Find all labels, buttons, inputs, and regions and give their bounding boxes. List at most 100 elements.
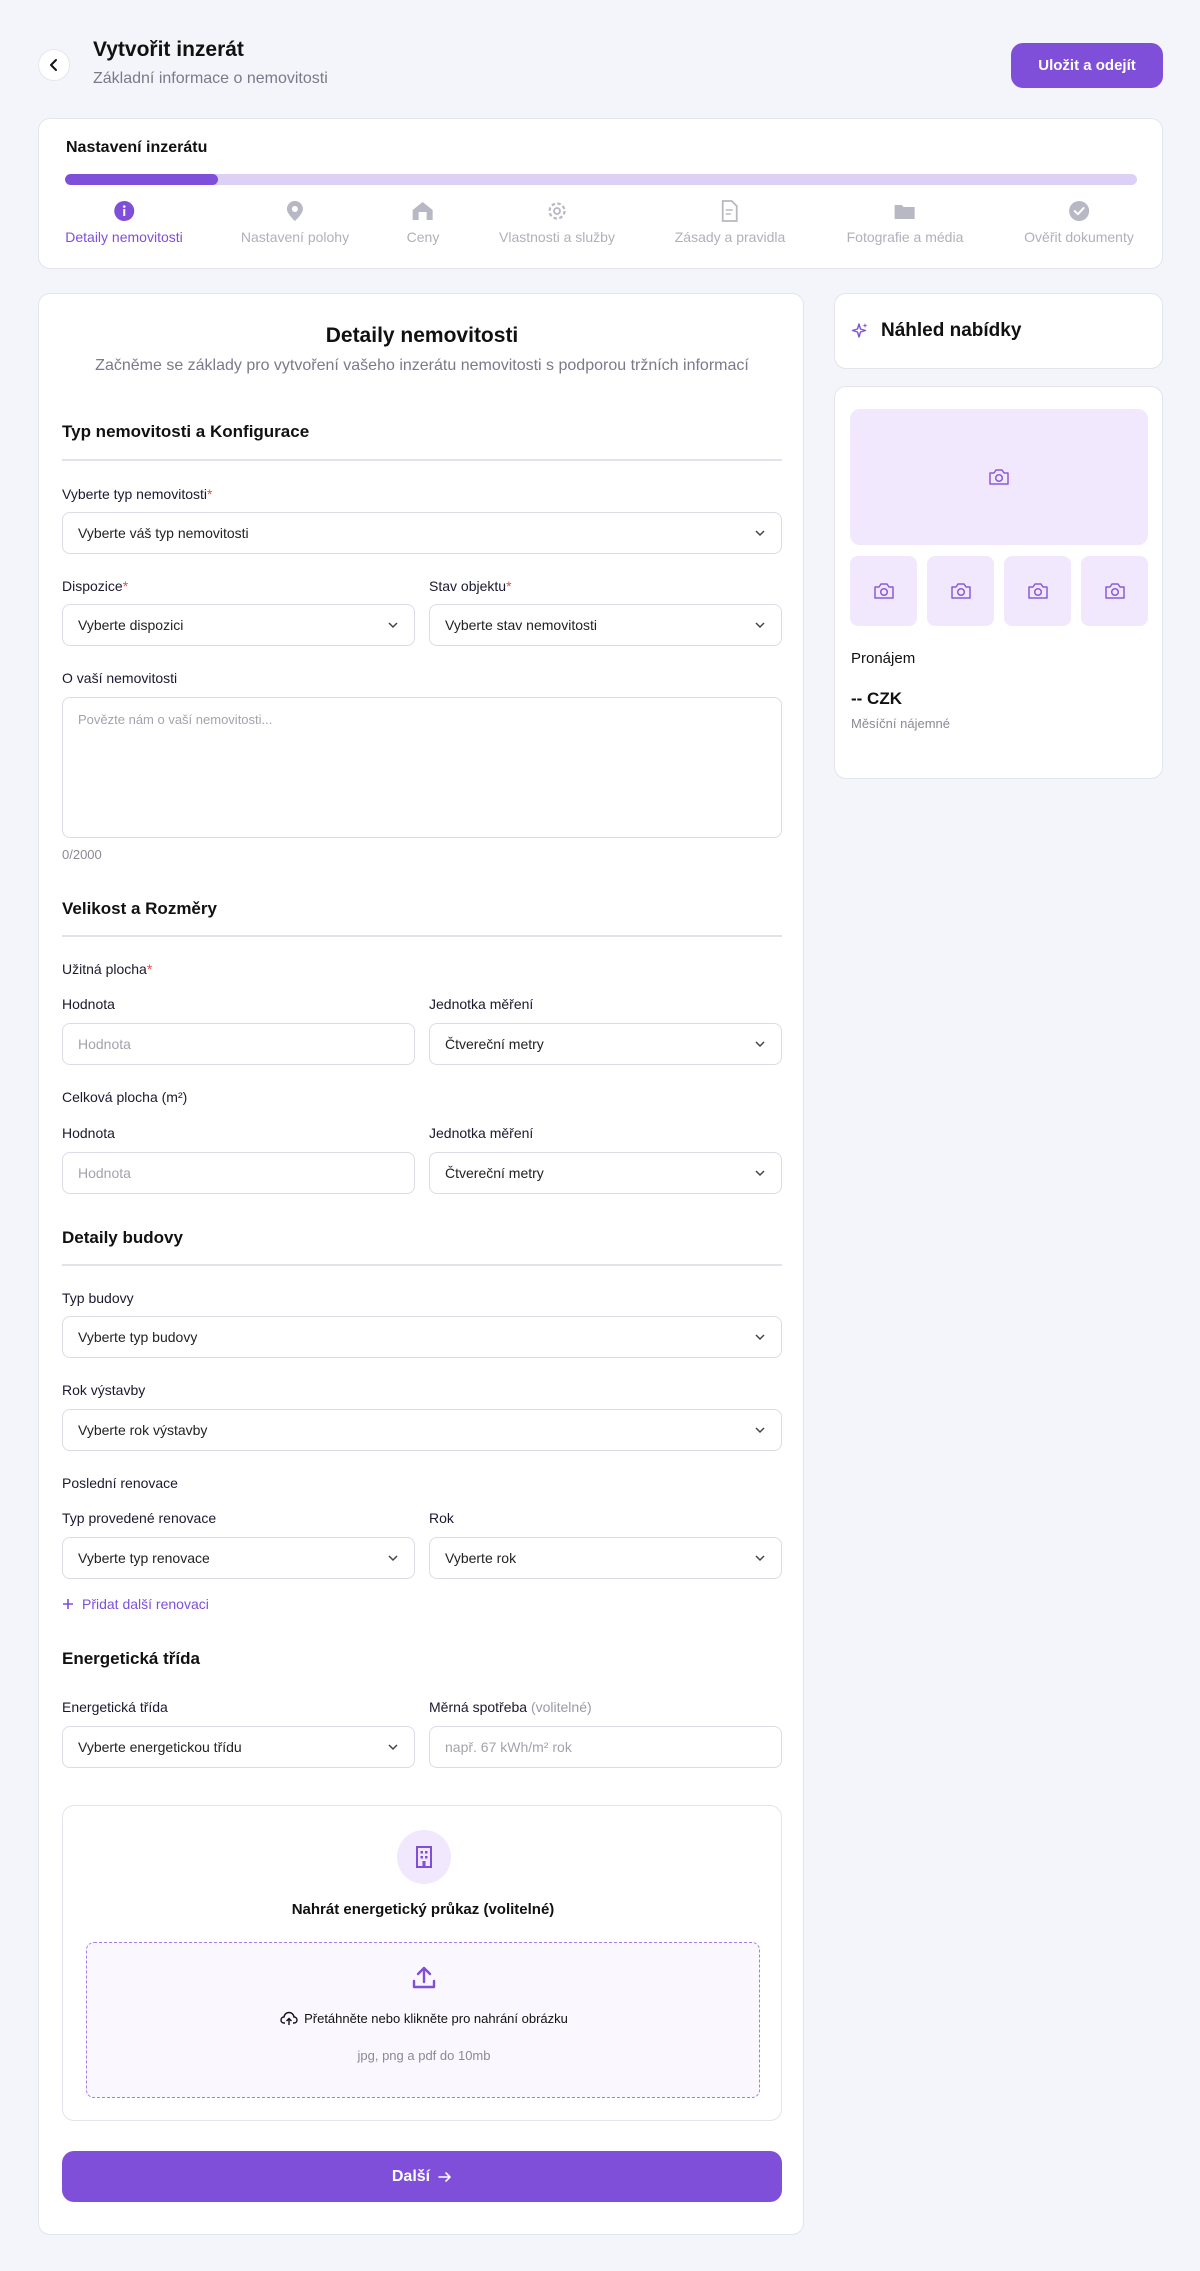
building-icon — [416, 1846, 432, 1868]
building-type-select[interactable]: Vyberte typ budovy — [62, 1316, 782, 1358]
chevron-down-icon — [755, 1041, 765, 1048]
gear-icon — [548, 202, 566, 220]
form-title: Detaily nemovitosti — [325, 324, 519, 347]
about-label: O vaší nemovitosti — [62, 670, 178, 686]
preview-title: Náhled nabídky — [881, 320, 1022, 341]
upload-dropzone[interactable]: Přetáhněte nebo klikněte pro nahrání obr… — [86, 1942, 760, 2098]
renovation-type-select[interactable]: Vyberte typ renovace — [62, 1537, 415, 1579]
document-icon — [722, 200, 738, 222]
step-label: Fotografie a média — [846, 229, 964, 245]
step-location[interactable]: Nastavení polohy — [241, 199, 349, 245]
back-button[interactable] — [38, 49, 70, 81]
usable-area-input[interactable]: Hodnota — [62, 1023, 415, 1065]
renovation-year-select[interactable]: Vyberte rok — [429, 1537, 782, 1579]
preview-listing-type: Pronájem — [851, 650, 916, 667]
condition-label: Stav objektu* — [429, 578, 512, 594]
total-area-unit-select[interactable]: Čtvereční metry — [429, 1152, 782, 1194]
building-icon-badge — [397, 1830, 451, 1884]
building-type-label: Typ budovy — [62, 1290, 134, 1306]
thumbnail-placeholder — [1081, 556, 1148, 626]
section-title-energy: Energetická třída — [62, 1649, 200, 1668]
divider — [62, 1264, 782, 1266]
energy-class-label: Energetická třída — [62, 1699, 168, 1715]
total-area-label: Celková plocha (m²) — [62, 1089, 188, 1105]
add-renovation-link[interactable]: Přidat další renovaci — [62, 1596, 209, 1612]
page-subtitle: Základní informace o nemovitosti — [93, 70, 328, 87]
disposition-select[interactable]: Vyberte dispozici — [62, 604, 415, 646]
property-details-form: Detaily nemovitosti Začněme se základy p… — [38, 293, 804, 2235]
camera-icon — [873, 583, 894, 599]
divider — [62, 935, 782, 937]
chevron-down-icon — [388, 1555, 398, 1562]
step-pricing[interactable]: Ceny — [406, 199, 440, 245]
energy-certificate-upload: Nahrát energetický průkaz (volitelné) Př… — [62, 1805, 782, 2121]
form-subtitle: Začněme se základy pro vytvoření vašeho … — [95, 357, 749, 374]
consumption-input[interactable]: např. 67 kWh/m² rok — [429, 1726, 782, 1768]
property-type-select[interactable]: Vyberte váš typ nemovitosti — [62, 512, 782, 554]
preview-price-note: Měsíční nájemné — [851, 716, 950, 731]
folder-icon — [894, 205, 915, 219]
usable-area-unit-label: Jednotka měření — [429, 996, 534, 1012]
chevron-down-icon — [755, 530, 765, 537]
build-year-select[interactable]: Vyberte rok výstavby — [62, 1409, 782, 1451]
save-and-exit-button[interactable]: Uložit a odejít — [1011, 43, 1163, 88]
progress-fill — [65, 174, 219, 185]
step-label: Ověřit dokumenty — [1024, 229, 1134, 245]
step-label: Vlastnosti a služby — [499, 229, 615, 245]
progress-bar — [65, 174, 1137, 185]
thumbnail-placeholder — [850, 556, 917, 626]
thumbnail-placeholder — [1004, 556, 1071, 626]
check-circle-icon — [1069, 201, 1089, 221]
upload-instruction: Přetáhněte nebo klikněte pro nahrání obr… — [87, 2011, 761, 2026]
energy-class-select[interactable]: Vyberte energetickou třídu — [62, 1726, 415, 1768]
upload-hint: jpg, png a pdf do 10mb — [357, 2048, 491, 2063]
step-policies[interactable]: Zásady a pravidla — [674, 199, 786, 245]
thumbnail-placeholder — [927, 556, 994, 626]
section-title-type: Typ nemovitosti a Konfigurace — [62, 422, 310, 441]
main-photo-placeholder — [850, 409, 1148, 545]
stepper-title: Nastavení inzerátu — [66, 139, 208, 156]
chevron-down-icon — [388, 622, 398, 629]
camera-icon — [950, 583, 971, 599]
total-area-input[interactable]: Hodnota — [62, 1152, 415, 1194]
property-type-label: Vyberte typ nemovitosti* — [62, 486, 213, 502]
next-button[interactable]: Další — [62, 2151, 782, 2202]
usable-area-unit-select[interactable]: Čtvereční metry — [429, 1023, 782, 1065]
condition-select[interactable]: Vyberte stav nemovitosti — [429, 604, 782, 646]
upload-icon-wrap — [87, 1965, 761, 1991]
disposition-label: Dispozice* — [62, 578, 129, 594]
chevron-down-icon — [755, 1427, 765, 1434]
step-verify[interactable]: Ověřit dokumenty — [1024, 199, 1134, 245]
total-area-unit-label: Jednotka měření — [429, 1125, 534, 1141]
upload-title: Nahrát energetický průkaz (volitelné) — [291, 1901, 555, 1918]
camera-icon — [989, 469, 1009, 485]
camera-icon — [1027, 583, 1048, 599]
chevron-down-icon — [755, 622, 765, 629]
step-property-details[interactable]: Detaily nemovitosti — [65, 199, 183, 245]
step-features[interactable]: Vlastnosti a služby — [499, 199, 615, 245]
sparkle-icon — [851, 323, 868, 338]
cloud-upload-icon — [280, 2011, 298, 2025]
divider — [62, 459, 782, 461]
info-icon — [114, 201, 134, 221]
usable-area-label: Užitná plocha* — [62, 961, 153, 977]
page-title: Vytvořit inzerát — [93, 38, 244, 61]
step-photos[interactable]: Fotografie a média — [846, 199, 964, 245]
about-textarea[interactable]: Povězte nám o vaší nemovitosti... — [62, 697, 782, 838]
step-label: Zásady a pravidla — [674, 229, 786, 245]
renovation-type-label: Typ provedené renovace — [62, 1510, 217, 1526]
build-year-label: Rok výstavby — [62, 1382, 146, 1398]
plus-icon — [63, 1599, 73, 1609]
preview-header: Náhled nabídky — [834, 293, 1163, 369]
listing-preview-card: Pronájem -- CZK Měsíční nájemné — [834, 386, 1163, 779]
arrow-right-icon — [438, 2171, 451, 2182]
chevron-left-icon — [50, 59, 57, 71]
listing-setup-stepper: Nastavení inzerátu Detaily nemovitosti N… — [38, 118, 1163, 269]
location-pin-icon — [287, 201, 303, 221]
renovation-label: Poslední renovace — [62, 1475, 178, 1491]
camera-icon — [1104, 583, 1125, 599]
upload-icon — [412, 1966, 436, 1989]
chevron-down-icon — [755, 1334, 765, 1341]
chevron-down-icon — [755, 1555, 765, 1562]
step-label: Ceny — [406, 229, 440, 245]
